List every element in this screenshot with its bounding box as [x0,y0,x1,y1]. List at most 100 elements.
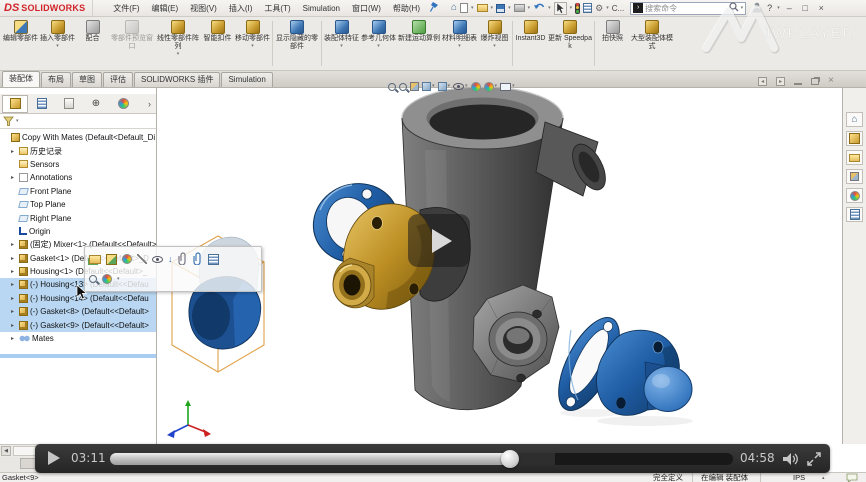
video-play-overlay-button[interactable] [408,214,470,267]
video-player-controls[interactable]: 03:11 04:58 [35,444,830,473]
linear-component-pattern-button[interactable]: 线性零部件阵列▾ [155,18,201,69]
isolate-appearance-icon[interactable] [122,254,132,264]
tree-item-top-plane[interactable]: Top Plane [0,198,156,211]
player-play-button[interactable] [48,451,60,465]
expander-icon[interactable]: ▸ [11,322,19,329]
section-view-button[interactable] [410,82,419,91]
file-properties-icon[interactable] [583,3,592,13]
insert-components-button[interactable]: 插入零部件▾ [39,18,76,69]
appearance-icon[interactable] [102,274,112,284]
mate-paperclip-icon[interactable] [178,252,188,267]
open-caret-icon[interactable]: ▾ [491,6,494,11]
expander-icon[interactable]: ▸ [11,174,19,181]
caret-down-icon[interactable]: ▾ [495,84,498,89]
suppress-icon[interactable]: ↓ [168,254,173,264]
edit-appearance-button[interactable] [471,82,481,92]
zoom-to-area-button[interactable] [399,83,407,91]
menu-help[interactable]: 帮助(H) [387,3,426,14]
resources-home-tab[interactable]: ⌂ [846,112,863,127]
rebuild-icon[interactable] [575,3,580,14]
save-caret-icon[interactable]: ▾ [508,6,511,11]
search-commands-box[interactable]: › 搜索命令 ▾ [630,2,746,15]
new-caret-icon[interactable]: ▾ [471,6,474,11]
display-manager-tab[interactable] [110,95,136,113]
tab-sketch[interactable]: 草图 [72,72,102,87]
menu-simulation[interactable]: Simulation [297,4,346,13]
select-caret-icon[interactable]: ▾ [570,6,573,11]
property-manager-tab[interactable] [29,95,55,113]
tab-layout[interactable]: 布局 [41,72,71,87]
menu-view[interactable]: 视图(V) [184,3,223,14]
document-minimize-icon[interactable] [794,83,802,85]
document-restore-icon[interactable] [811,78,819,85]
bill-of-materials-button[interactable]: 材料明细表▾ [441,18,478,69]
expander-icon[interactable]: ▸ [11,255,19,262]
user-account-icon[interactable] [752,2,762,15]
view-palette-tab[interactable] [846,169,863,184]
tree-item-housing-14[interactable]: ▸(-) Housing<14> (Default<<Defau [0,292,156,305]
expander-icon[interactable]: ▸ [11,308,19,315]
help-button[interactable]: ? [765,3,774,13]
search-icon[interactable] [729,2,739,14]
tab-assembly[interactable]: 装配体 [2,71,40,87]
tree-item-gasket-8[interactable]: ▸(-) Gasket<8> (Default<<Default> [0,305,156,318]
scroll-left-arrow-icon[interactable]: ◀ [1,446,11,456]
caret-down-icon[interactable]: ▾ [56,44,59,49]
undo-icon[interactable] [533,2,545,14]
menu-insert[interactable]: 插入(I) [223,3,259,14]
open-icon[interactable] [477,4,488,12]
component-properties-icon[interactable] [208,254,219,265]
menu-window[interactable]: 窗口(W) [346,3,387,14]
view-settings-button[interactable]: ▾ [500,83,515,91]
zoom-to-fit-button[interactable] [388,83,396,91]
expander-icon[interactable]: ▸ [11,335,19,342]
player-volume-button[interactable] [781,452,801,468]
tree-item-mates[interactable]: ▸Mates [0,332,156,345]
tab-evaluate[interactable]: 评估 [103,72,133,87]
caret-down-icon[interactable]: ▾ [458,44,461,49]
tree-item-root[interactable]: Copy With Mates (Default<Default_Di [0,131,156,144]
expander-icon[interactable]: ▸ [11,295,19,302]
mate-button[interactable]: 配合 [76,18,109,69]
take-snapshot-button[interactable]: 拍快照 [596,18,629,69]
restore-button[interactable]: □ [799,2,812,15]
hide-show-items-button[interactable]: ▾ [453,83,468,90]
print-caret-icon[interactable]: ▾ [528,6,531,11]
units-caret-icon[interactable]: ▴ [822,474,825,482]
pin-menu-icon[interactable] [430,2,439,14]
tree-item-sensors[interactable]: Sensors [0,158,156,171]
custom-properties-tab[interactable] [846,207,863,222]
tree-item-right-plane[interactable]: Right Plane [0,211,156,224]
exploded-view-button[interactable]: 爆炸视图▾ [478,18,511,69]
reference-geometry-button[interactable]: 参考几何体▾ [360,18,397,69]
view-orientation-button[interactable]: ▾ [422,82,435,91]
player-scrubber-knob[interactable] [501,450,519,468]
menu-edit[interactable]: 编辑(E) [146,3,185,14]
zoom-to-selection-icon[interactable] [89,275,97,283]
tree-item-annotations[interactable]: ▸Annotations [0,171,156,184]
caret-down-icon[interactable]: ▾ [377,44,380,49]
tab-simulation[interactable]: Simulation [221,72,272,87]
document-close-icon[interactable]: × [828,75,834,87]
show-hidden-components-button[interactable]: 显示隐藏的零部件 [274,18,320,69]
help-caret-icon[interactable]: ▾ [777,6,780,11]
c-ellipsis-button[interactable]: C... [612,4,624,13]
player-progress-rail[interactable] [110,453,733,465]
caret-down-icon[interactable]: ▾ [177,52,180,57]
new-motion-study-button[interactable]: 新建运动算例 [397,18,441,69]
caret-down-icon[interactable]: ▾ [340,44,343,49]
edit-part-icon[interactable] [106,254,117,265]
caret-down-icon[interactable]: ▾ [432,84,435,89]
smart-mate-paperclip-icon[interactable] [193,252,203,267]
edit-component-button[interactable]: 编辑零部件 [2,18,39,69]
tree-item-history[interactable]: ▸历史记录 [0,144,156,157]
feature-manager-tab[interactable] [2,95,28,113]
new-document-icon[interactable] [460,3,468,13]
move-component-button[interactable]: 移动零部件▾ [234,18,271,69]
options-caret-icon[interactable]: ▾ [606,6,609,11]
search-caret-icon[interactable]: ▾ [741,6,744,11]
close-button[interactable]: × [815,2,828,15]
home-icon[interactable]: ⌂ [451,3,457,13]
next-document-icon[interactable]: ▸ [776,77,785,86]
tree-filter-row[interactable]: ▾ [0,114,156,129]
